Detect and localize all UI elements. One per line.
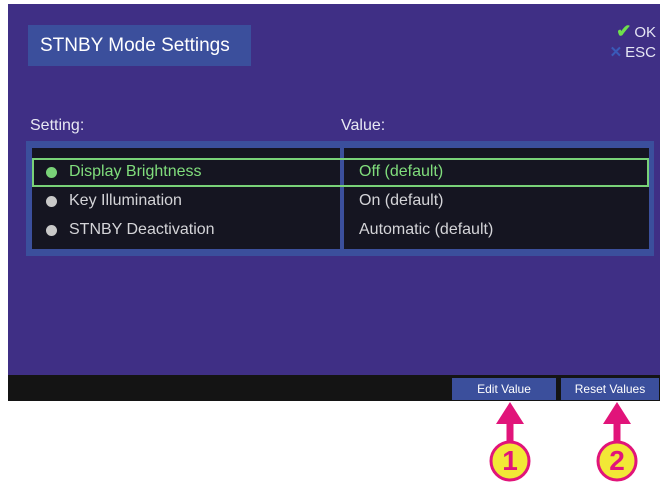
settings-row-display-brightness[interactable]: Display Brightness Off (default) [32,158,649,187]
checkmark-icon: ✔ [616,21,632,41]
esc-hint-label: ESC [625,44,656,61]
callout-number-1: 1 [502,445,518,476]
settings-row-key-illumination[interactable]: Key Illumination On (default) [32,187,649,216]
callout-number-2: 2 [609,445,625,476]
esc-hint[interactable]: ✕ ESC [610,44,656,62]
setting-value: On (default) [359,192,444,209]
status-dot-icon [46,196,57,207]
softkey-bar: Edit Value Reset Values [8,375,660,401]
setting-name: STNBY Deactivation [69,221,215,238]
value-column-header: Value: [341,117,386,134]
callout-arrow-2 [603,402,631,443]
x-icon: ✕ [609,44,623,61]
status-dot-icon [46,167,57,178]
edit-value-button[interactable]: Edit Value [452,378,556,400]
device-screen: STNBY Mode Settings ✔ OK ✕ ESC Setting: Va… [8,4,660,401]
setting-name: Key Illumination [69,192,182,209]
setting-value: Automatic (default) [359,221,494,238]
setting-column-header: Setting: [30,117,85,134]
setting-value: Off (default) [359,163,444,180]
reset-values-button[interactable]: Reset Values [561,378,659,400]
settings-table: Display Brightness Off (default) Key Ill… [26,141,654,256]
settings-row-stnby-deactivation[interactable]: STNBY Deactivation Automatic (default) [32,216,649,245]
screen-title: STNBY Mode Settings [28,25,251,66]
ok-hint-label: OK [634,24,656,41]
setting-name: Display Brightness [69,163,202,180]
status-dot-icon [46,225,57,236]
callout-arrow-1 [496,402,524,443]
ok-hint[interactable]: ✔ OK [616,22,656,42]
